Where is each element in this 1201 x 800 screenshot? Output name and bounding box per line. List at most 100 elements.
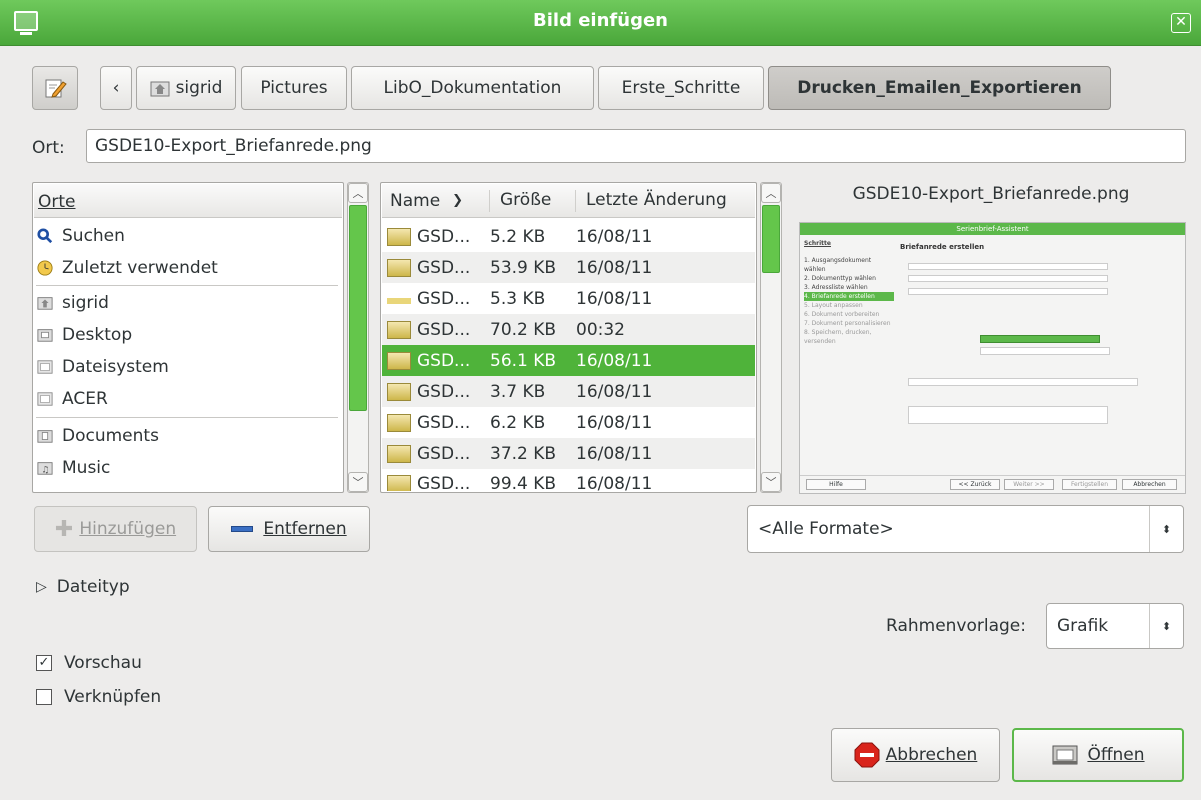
type-location-button[interactable] xyxy=(32,66,78,110)
path-segment-label: LibO_Dokumentation xyxy=(383,78,562,98)
image-thumbnail-icon xyxy=(387,413,411,432)
expander-arrow-icon: ▷ xyxy=(36,579,47,595)
path-segment-current[interactable]: Drucken_Emailen_Exportieren xyxy=(768,66,1111,110)
image-thumbnail-icon xyxy=(387,475,411,491)
places-divider xyxy=(36,285,338,286)
column-header-size[interactable]: Größe xyxy=(490,189,576,212)
path-segment-label: sigrid xyxy=(175,78,223,98)
cancel-button[interactable]: Abbrechen xyxy=(831,728,1000,782)
frame-style-label: Rahmenvorlage: xyxy=(886,616,1026,636)
chevron-left-icon: ‹ xyxy=(112,78,120,98)
file-row-selected[interactable]: GSD... 56.1 KB 16/08/11 xyxy=(382,345,755,376)
place-label: Desktop xyxy=(62,325,133,345)
scroll-thumb[interactable] xyxy=(349,205,367,411)
place-item-home[interactable]: sigrid xyxy=(34,287,340,319)
file-row[interactable]: GSD... 6.2 KB 16/08/11 xyxy=(382,407,755,438)
image-thumbnail-icon xyxy=(387,444,411,463)
file-row[interactable]: GSD... 5.3 KB 16/08/11 xyxy=(382,283,755,314)
place-item-filesystem[interactable]: Dateisystem xyxy=(34,351,340,383)
frame-style-combo[interactable]: Grafik ⬍ xyxy=(1046,603,1184,649)
path-segment[interactable]: Pictures xyxy=(241,66,347,110)
preview-dialog-title: Serienbrief-Assistent xyxy=(800,223,1185,235)
places-scrollbar[interactable]: ︿ ﹀ xyxy=(347,182,369,493)
up-down-arrows-icon: ⬍ xyxy=(1149,506,1183,552)
desktop-icon xyxy=(37,329,53,342)
edit-icon xyxy=(45,79,67,98)
place-item-recent[interactable]: Zuletzt verwendet xyxy=(34,252,340,284)
sort-chevron-icon: ❯ xyxy=(452,193,464,208)
home-folder-icon xyxy=(150,81,170,97)
file-list-scrollbar[interactable]: ︿ ﹀ xyxy=(760,182,782,493)
filetype-expander[interactable]: ▷ Dateityp xyxy=(36,577,130,597)
scroll-up-arrow[interactable]: ︿ xyxy=(761,183,781,203)
svg-text:♫: ♫ xyxy=(41,465,49,475)
place-item-acer[interactable]: ACER xyxy=(34,383,340,415)
close-button[interactable]: ✕ xyxy=(1171,13,1191,33)
search-icon xyxy=(37,228,53,244)
file-row[interactable]: GSD... 70.2 KB 00:32 xyxy=(382,314,755,345)
place-label: Zuletzt verwendet xyxy=(62,258,218,278)
open-button[interactable]: Öffnen xyxy=(1012,728,1184,782)
stop-icon xyxy=(854,742,880,768)
path-segment-label: Pictures xyxy=(260,78,328,98)
image-thumbnail-icon xyxy=(387,297,411,304)
scroll-down-arrow[interactable]: ﹀ xyxy=(761,472,781,492)
path-segment-label: Drucken_Emailen_Exportieren xyxy=(797,78,1082,98)
location-value: GSDE10-Export_Briefanrede.png xyxy=(95,136,372,156)
up-down-arrows-icon: ⬍ xyxy=(1149,604,1183,648)
image-thumbnail-icon xyxy=(387,351,411,370)
place-label: Dateisystem xyxy=(62,357,169,377)
file-filter-combo[interactable]: <Alle Formate> ⬍ xyxy=(747,505,1184,553)
recent-icon xyxy=(37,260,53,276)
title-bar: Bild einfügen ✕ xyxy=(0,0,1201,46)
path-segment[interactable]: LibO_Dokumentation xyxy=(351,66,594,110)
file-row[interactable]: GSD... 3.7 KB 16/08/11 xyxy=(382,376,755,407)
link-checkbox-label: Verknüpfen xyxy=(64,687,162,707)
file-row[interactable]: GSD... 5.2 KB 16/08/11 xyxy=(382,221,755,252)
image-thumbnail-icon xyxy=(387,320,411,339)
close-icon: ✕ xyxy=(1175,14,1187,30)
preview-checkbox[interactable]: ✓ xyxy=(36,655,52,671)
scroll-thumb[interactable] xyxy=(762,205,780,273)
filesystem-icon xyxy=(37,360,53,374)
minus-icon xyxy=(231,526,254,532)
drive-icon xyxy=(37,392,53,406)
file-row[interactable]: GSD... 37.2 KB 16/08/11 xyxy=(382,438,755,469)
path-segment-home[interactable]: sigrid xyxy=(136,66,236,110)
path-segment-label: Erste_Schritte xyxy=(621,78,741,98)
open-folder-icon xyxy=(1052,745,1078,765)
preview-image: Serienbrief-Assistent Schritte 1. Ausgan… xyxy=(799,222,1186,494)
image-thumbnail-icon xyxy=(387,258,411,277)
place-item-music[interactable]: ♫ Music xyxy=(34,452,340,484)
column-header-name[interactable]: Name ❯ xyxy=(382,189,490,212)
place-item-desktop[interactable]: Desktop xyxy=(34,319,340,351)
path-back-button[interactable]: ‹ xyxy=(100,66,132,110)
place-label: ACER xyxy=(62,389,108,409)
place-item-documents[interactable]: Documents xyxy=(34,420,340,452)
place-label: Documents xyxy=(62,426,159,446)
plus-icon: ✚ xyxy=(54,516,74,542)
path-segment[interactable]: Erste_Schritte xyxy=(598,66,764,110)
preview-filename: GSDE10-Export_Briefanrede.png xyxy=(852,184,1130,204)
image-thumbnail-icon xyxy=(387,382,411,401)
file-row[interactable]: GSD... 99.4 KB 16/08/11 xyxy=(382,469,755,491)
place-label: Suchen xyxy=(62,226,125,246)
location-input[interactable]: GSDE10-Export_Briefanrede.png xyxy=(86,129,1186,163)
documents-folder-icon xyxy=(37,430,53,443)
column-header-modified[interactable]: Letzte Änderung xyxy=(576,190,751,212)
place-label: Music xyxy=(62,458,111,478)
file-list-header: Name ❯ Größe Letzte Änderung xyxy=(382,184,755,218)
scroll-down-arrow[interactable]: ﹀ xyxy=(348,472,368,492)
place-item-search[interactable]: Suchen xyxy=(34,220,340,252)
place-label: sigrid xyxy=(62,293,109,313)
file-row[interactable]: GSD... 53.9 KB 16/08/11 xyxy=(382,252,755,283)
remove-bookmark-button[interactable]: Entfernen xyxy=(208,506,370,552)
home-folder-icon xyxy=(37,297,53,310)
places-header[interactable]: Orte xyxy=(34,184,342,218)
add-bookmark-button[interactable]: ✚ Hinzufügen xyxy=(34,506,197,552)
image-thumbnail-icon xyxy=(387,227,411,246)
scroll-up-arrow[interactable]: ︿ xyxy=(348,183,368,203)
preview-checkbox-label: Vorschau xyxy=(64,653,142,673)
window-title: Bild einfügen xyxy=(533,10,668,31)
link-checkbox[interactable] xyxy=(36,689,52,705)
